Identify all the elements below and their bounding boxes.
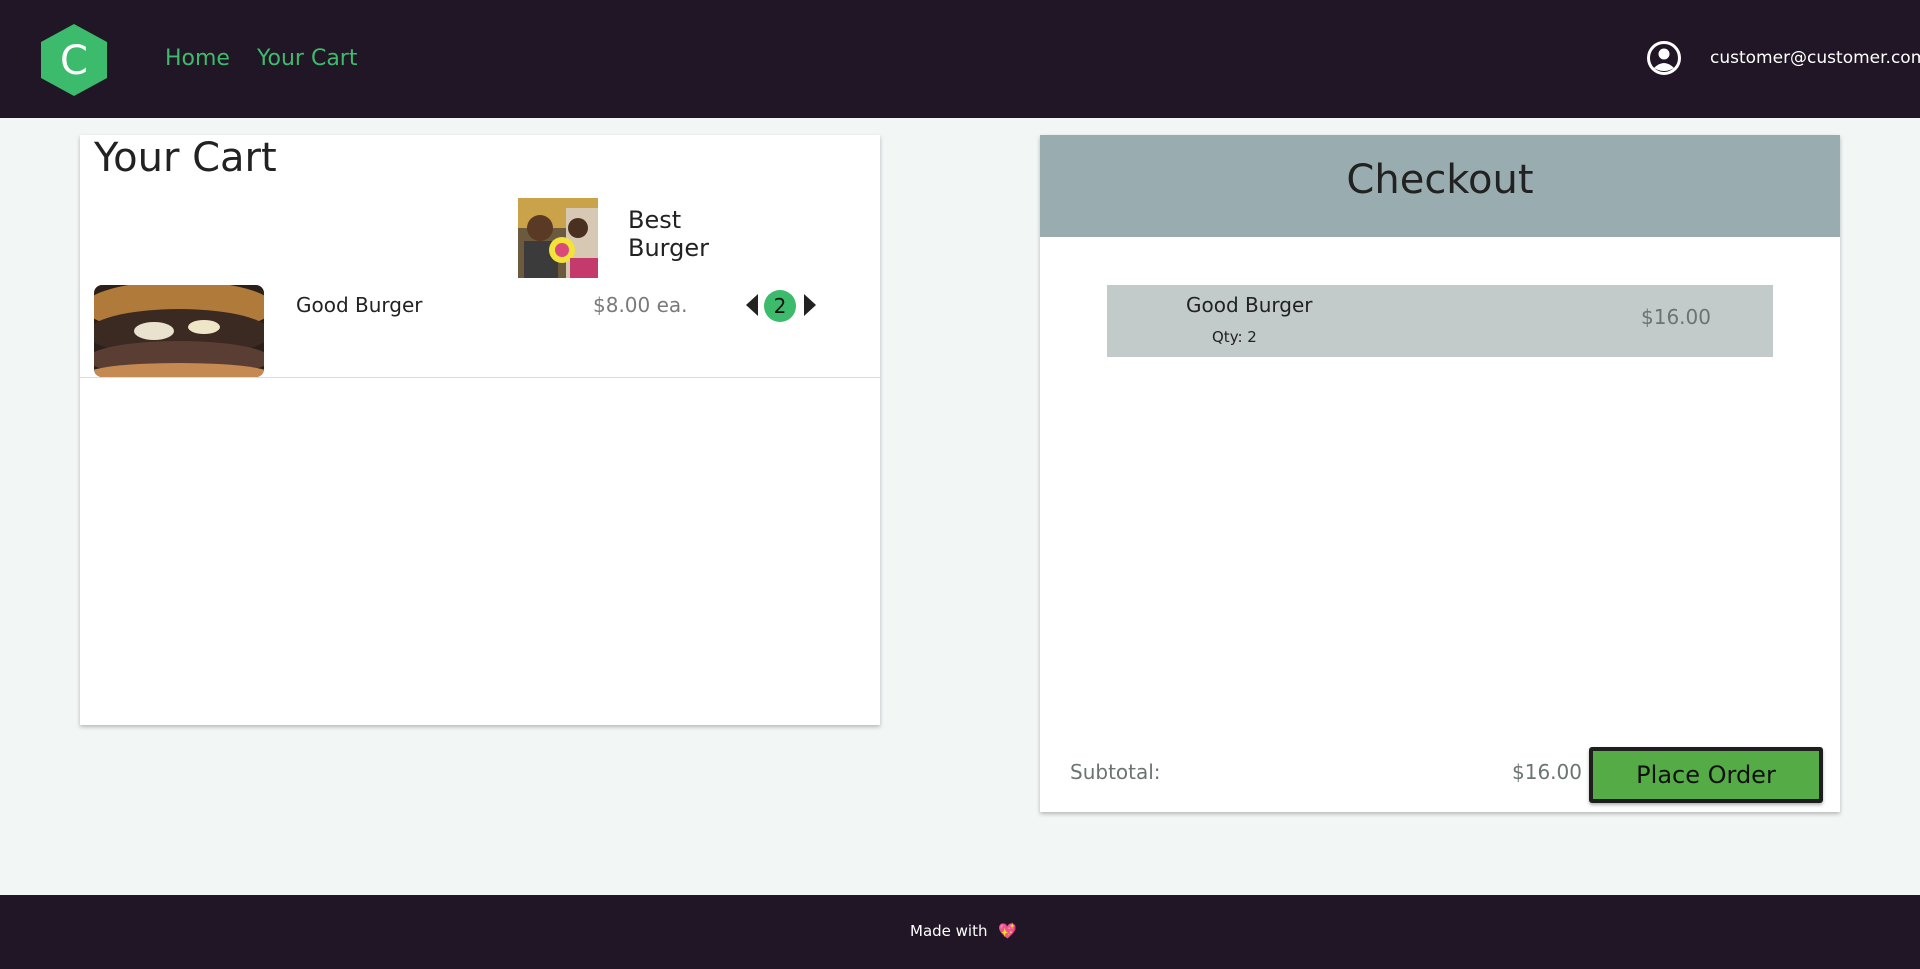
line-item-qty: Qty: 2 — [1212, 328, 1257, 346]
line-item-name: Good Burger — [1186, 293, 1313, 317]
user-circle-icon[interactable] — [1646, 40, 1682, 76]
promo-image — [518, 198, 598, 278]
checkout-panel: Checkout Good Burger Qty: 2 $16.00 Subto… — [1040, 135, 1840, 812]
subtotal-value: $16.00 — [1512, 760, 1582, 784]
heart-icon: 💖 — [998, 922, 1017, 940]
cart-panel: Your Cart Best Burger Good Burger $8.00 … — [80, 135, 880, 725]
item-name: Good Burger — [296, 293, 423, 317]
item-image — [94, 285, 264, 377]
quantity-badge: 2 — [764, 290, 796, 322]
user-email[interactable]: customer@customer.com — [1710, 48, 1920, 68]
checkout-header: Checkout — [1040, 135, 1840, 237]
cart-item-row: Good Burger $8.00 ea. 2 — [80, 285, 880, 378]
app-logo[interactable]: C — [40, 23, 108, 97]
caret-right-icon[interactable] — [802, 293, 818, 317]
logo-letter: C — [60, 38, 88, 84]
nav-home-link[interactable]: Home — [165, 46, 230, 71]
line-item-total: $16.00 — [1641, 305, 1711, 329]
promo-name: Best Burger — [628, 206, 709, 262]
caret-left-icon[interactable] — [744, 293, 760, 317]
checkout-line-item: Good Burger Qty: 2 $16.00 — [1107, 285, 1773, 357]
top-navbar: C Home Your Cart customer@customer.com — [0, 0, 1920, 118]
cart-title: Your Cart — [94, 135, 277, 181]
subtotal-label: Subtotal: — [1070, 760, 1161, 784]
footer-made-with: Made with — [910, 922, 988, 940]
item-unit-price: $8.00 ea. — [593, 293, 688, 317]
nav-your-cart-link[interactable]: Your Cart — [257, 46, 357, 71]
footer-text: Made with 💖 — [910, 922, 1017, 940]
place-order-button[interactable]: Place Order — [1589, 747, 1823, 803]
footer: Made with 💖 — [0, 895, 1920, 969]
checkout-title: Checkout — [1346, 157, 1534, 203]
hexagon-logo-icon: C — [41, 24, 107, 96]
